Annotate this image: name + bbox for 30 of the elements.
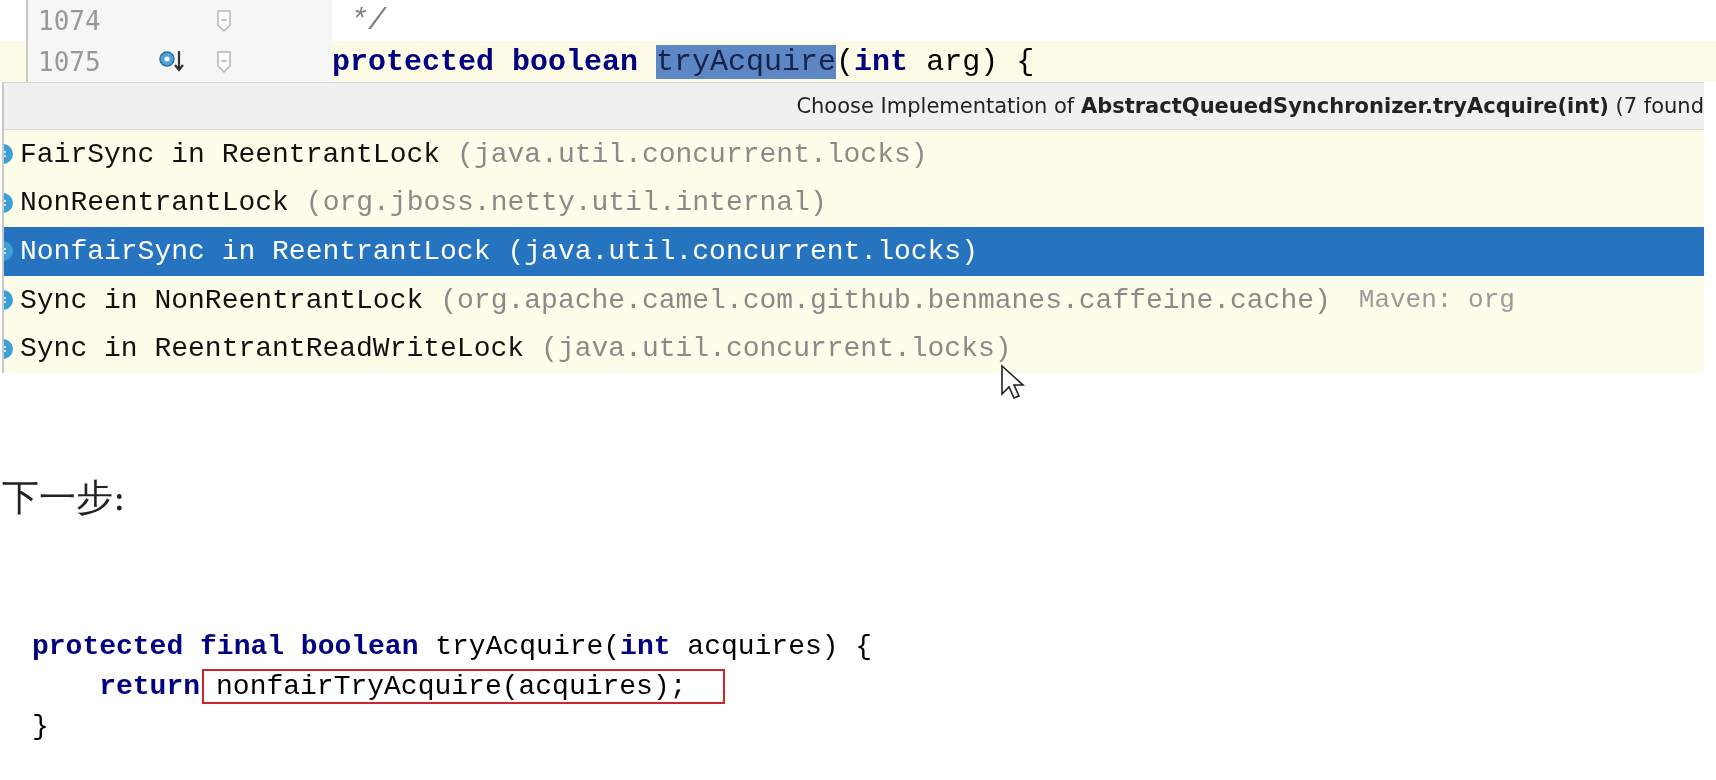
line-number: 1075 bbox=[38, 46, 102, 77]
code-token: int bbox=[854, 44, 910, 79]
implementation-item[interactable]: NonfairSync in ReentrantLock (java.util.concurrent.locks) bbox=[4, 227, 1704, 276]
line-number: 1074 bbox=[38, 5, 102, 36]
class-icon bbox=[4, 289, 14, 312]
highlighted-code: nonfairTryAcquire(acquires); bbox=[202, 669, 725, 705]
fold-icon[interactable] bbox=[216, 49, 232, 74]
code-token: protected boolean bbox=[332, 44, 640, 79]
code-token: tryAcquire( bbox=[435, 631, 621, 663]
implementation-item[interactable]: NonReentrantLock (org.jboss.netty.util.internal) bbox=[4, 178, 1704, 228]
implementation-item[interactable]: Sync in NonReentrantLock (org.apache.camel.com.github.benmanes.caffeine.cache) Maven: org bbox=[4, 275, 1704, 325]
code-token: ( bbox=[836, 44, 855, 79]
implementation-item[interactable]: Sync in ReentrantReadWriteLock (java.util.concurrent.locks) bbox=[4, 324, 1704, 373]
class-icon bbox=[4, 191, 14, 214]
code-token: tryAcquire bbox=[656, 44, 837, 79]
code-token: */ bbox=[349, 3, 386, 38]
code-token: return bbox=[98, 671, 201, 703]
code-token: arg) { bbox=[926, 44, 1035, 79]
fold-icon[interactable] bbox=[216, 8, 232, 33]
popup-title: Choose Implementation of AbstractQueuedSynchronizer.tryAcquire(int) (7 found bbox=[4, 82, 1704, 130]
code-token: } bbox=[32, 711, 49, 743]
mouse-pointer-icon bbox=[1000, 364, 1026, 400]
code-token: int bbox=[620, 631, 672, 663]
section-heading: 下一步: bbox=[2, 474, 127, 521]
code-token: protected final boolean bbox=[32, 631, 420, 663]
class-icon bbox=[4, 240, 14, 263]
code-token: acquires) { bbox=[687, 631, 873, 663]
implementation-item[interactable]: FairSync in ReentrantLock (java.util.concurrent.locks) bbox=[4, 130, 1704, 179]
class-icon bbox=[4, 143, 14, 166]
class-icon bbox=[4, 337, 14, 360]
